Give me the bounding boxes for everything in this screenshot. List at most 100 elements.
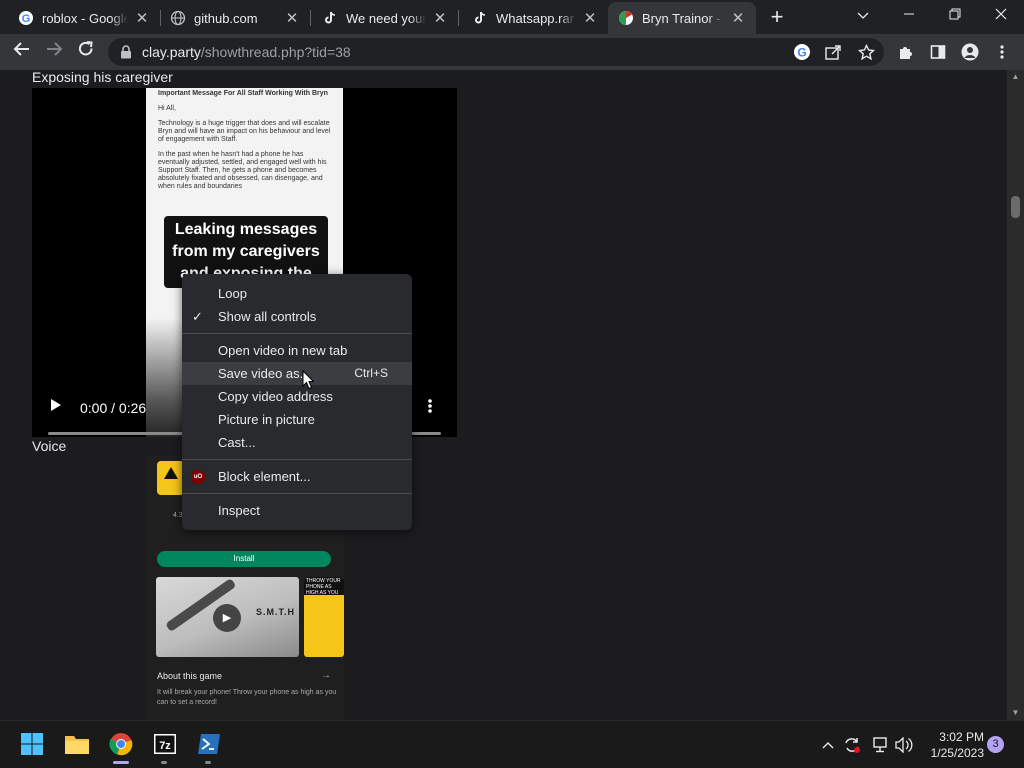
menu-separator xyxy=(182,459,412,460)
menu-item-block-element[interactable]: uO Block element... xyxy=(182,465,412,488)
tab-whatsapp-rar[interactable]: Whatsapp.rar - ✕ xyxy=(462,4,608,32)
tab-github[interactable]: github.com ✕ xyxy=(160,4,310,32)
volume-icon[interactable] xyxy=(894,735,914,755)
video-context-menu: Loop ✓ Show all controls Open video in n… xyxy=(182,274,412,530)
menu-item-label: Loop xyxy=(218,286,247,301)
google-lens-icon[interactable]: G xyxy=(792,42,812,62)
chrome-menu-icon[interactable] xyxy=(992,42,1012,62)
extensions-puzzle-icon[interactable] xyxy=(896,42,916,62)
windows-start-icon[interactable] xyxy=(19,731,45,757)
forward-button[interactable] xyxy=(42,40,66,64)
tab-roblox-google[interactable]: G roblox - Google ✕ xyxy=(8,4,160,32)
profile-avatar-icon[interactable] xyxy=(960,42,980,62)
notification-badge[interactable]: 3 xyxy=(987,736,1004,753)
tab-strip: G roblox - Google ✕ github.com ✕ We need… xyxy=(0,0,1024,34)
network-icon[interactable] xyxy=(870,735,890,755)
doc-paragraph: Hi All, xyxy=(158,105,176,112)
windows-taskbar: 7z 3:02 PM 1/25/2023 3 xyxy=(0,720,1024,768)
restore-icon xyxy=(949,8,961,20)
reload-button[interactable] xyxy=(74,40,98,64)
about-description: It will break your phone! Throw your pho… xyxy=(157,689,337,706)
tab-title: We need your h xyxy=(346,10,426,26)
menu-item-label: Inspect xyxy=(218,503,260,518)
scroll-up-icon[interactable]: ▲ xyxy=(1007,70,1024,84)
menu-item-shortcut: Ctrl+S xyxy=(354,366,388,380)
tab-search-button[interactable] xyxy=(840,4,886,28)
arrow-right-icon: → xyxy=(321,670,331,681)
close-tab-icon[interactable]: ✕ xyxy=(730,9,746,27)
running-app-indicator xyxy=(205,761,211,764)
svg-text:G: G xyxy=(797,46,806,60)
close-tab-icon[interactable]: ✕ xyxy=(582,9,598,27)
menu-item-label: Picture in picture xyxy=(218,412,315,427)
menu-item-label: Open video in new tab xyxy=(218,343,348,358)
share-icon[interactable] xyxy=(824,42,844,62)
powershell-icon[interactable] xyxy=(196,731,222,757)
screenshot-thumbnail: THROW YOUR PHONE AS HIGH AS YOU xyxy=(304,577,344,657)
play-icon xyxy=(51,399,61,411)
screenshot-video-thumbnail: S.M.T.H ▶ xyxy=(156,577,299,657)
menu-item-label: Block element... xyxy=(218,469,311,484)
menu-item-cast[interactable]: Cast... xyxy=(182,431,412,454)
address-bar[interactable]: clay.party/showthread.php?tid=38 xyxy=(108,38,884,66)
app-icon xyxy=(157,461,185,495)
play-button[interactable] xyxy=(50,398,64,414)
close-tab-icon[interactable]: ✕ xyxy=(134,9,150,27)
bookmark-star-icon[interactable] xyxy=(856,42,876,62)
close-tab-icon[interactable]: ✕ xyxy=(432,9,448,27)
restore-button[interactable] xyxy=(932,4,978,28)
sync-icon[interactable] xyxy=(842,735,862,755)
menu-item-save-video-as[interactable]: Save video as... Ctrl+S xyxy=(182,362,412,385)
video-options-button[interactable] xyxy=(428,398,436,416)
thumbnail-play-icon: ▶ xyxy=(213,604,241,632)
install-button: Install xyxy=(157,551,331,567)
back-arrow-icon xyxy=(13,42,29,56)
google-icon: G xyxy=(18,10,34,26)
close-window-button[interactable] xyxy=(978,4,1024,28)
back-button[interactable] xyxy=(10,40,34,64)
scroll-down-icon[interactable]: ▼ xyxy=(1007,706,1024,720)
scrollbar-thumb[interactable] xyxy=(1011,196,1020,218)
show-hidden-icons-chevron-icon[interactable] xyxy=(818,735,838,755)
doc-heading: Important Message For All Staff Working … xyxy=(158,90,328,97)
menu-item-label: Cast... xyxy=(218,435,256,450)
close-tab-icon[interactable]: ✕ xyxy=(284,9,300,27)
close-icon xyxy=(995,8,1007,20)
more-vert-icon xyxy=(428,399,432,413)
tab-bryn-trainor[interactable]: Bryn Trainor - B ✕ xyxy=(608,2,756,34)
side-panel-icon[interactable] xyxy=(928,42,948,62)
active-app-indicator xyxy=(113,761,129,764)
clock-time: 3:02 PM xyxy=(939,730,984,744)
checkmark-icon: ✓ xyxy=(192,309,203,324)
page-content: Exposing his caregiver Important Message… xyxy=(0,70,1007,720)
menu-item-loop[interactable]: Loop xyxy=(182,282,412,305)
taskbar-clock[interactable]: 3:02 PM 1/25/2023 xyxy=(918,729,984,761)
thumbnail-text: S.M.T.H xyxy=(256,607,296,617)
tab-title: roblox - Google xyxy=(42,10,128,26)
running-app-indicator xyxy=(161,761,167,764)
doc-paragraph: Technology is a huge trigger that does a… xyxy=(158,120,331,143)
tab-separator xyxy=(310,10,311,26)
menu-item-label: Show all controls xyxy=(218,309,317,324)
ublock-icon: uO xyxy=(191,470,205,484)
lock-icon[interactable] xyxy=(120,45,132,59)
tab-we-need-your-help[interactable]: We need your h ✕ xyxy=(312,4,458,32)
page-scrollbar[interactable]: ▲ ▼ xyxy=(1007,70,1024,720)
menu-item-open-video-new-tab[interactable]: Open video in new tab xyxy=(182,339,412,362)
tiktok-icon xyxy=(322,10,338,26)
menu-item-show-all-controls[interactable]: ✓ Show all controls xyxy=(182,305,412,328)
tab-title: github.com xyxy=(194,10,258,26)
file-explorer-icon[interactable] xyxy=(64,731,90,757)
7zip-icon[interactable]: 7z xyxy=(152,731,178,757)
tab-separator xyxy=(458,10,459,26)
menu-item-inspect[interactable]: Inspect xyxy=(182,499,412,522)
chrome-icon[interactable] xyxy=(108,731,134,757)
menu-item-picture-in-picture[interactable]: Picture in picture xyxy=(182,408,412,431)
menu-item-copy-video-address[interactable]: Copy video address xyxy=(182,385,412,408)
clock-date: 1/25/2023 xyxy=(930,746,984,760)
new-tab-button[interactable]: + xyxy=(764,6,790,30)
tiktok-icon xyxy=(472,10,488,26)
mouse-cursor-icon xyxy=(302,370,314,390)
url-domain: clay.party xyxy=(142,44,201,60)
minimize-button[interactable] xyxy=(886,4,932,28)
